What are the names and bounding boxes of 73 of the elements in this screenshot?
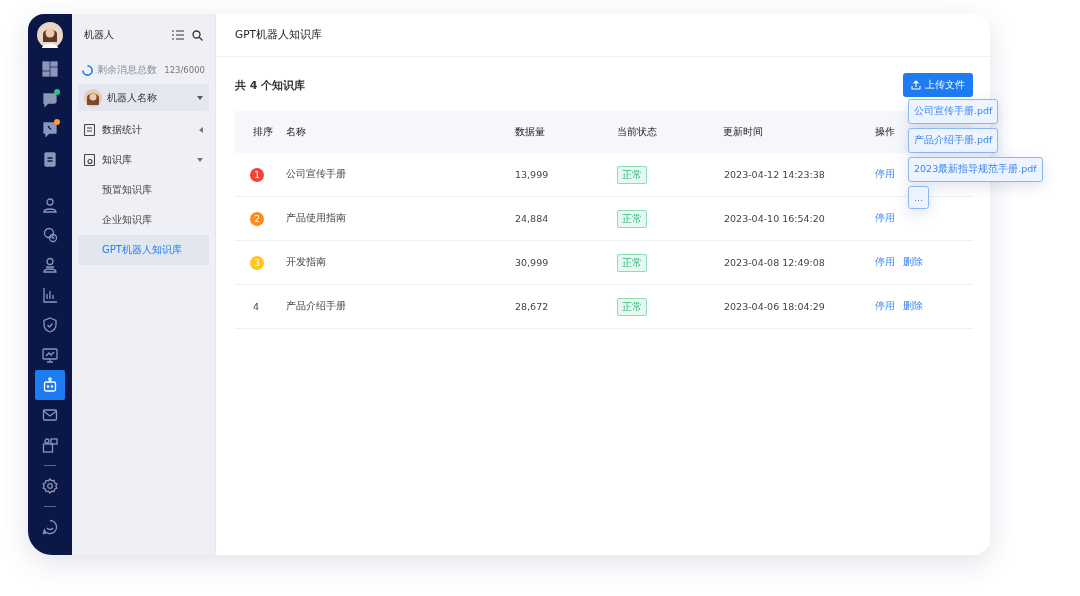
clipboard-icon [42,151,58,167]
submenu-item[interactable]: 预置知识库 [78,175,209,205]
column-header: 更新时间 [723,125,764,139]
avatar[interactable] [37,22,63,48]
column-header: 数据量 [515,125,546,139]
table-cell-text: 2023-04-08 12:49:08 [723,257,826,268]
status-tag: 正常 [617,209,647,228]
column-header: 名称 [286,125,307,139]
caret-icon [197,158,203,162]
avatar [84,88,102,107]
chat-icon [42,91,58,107]
table-cell-text: 28,672 [515,301,550,312]
quota-value: 123/6000 [164,65,205,75]
sidebar-title: 机器人 [84,28,114,42]
file-chip[interactable]: 公司宣传手册.pdf [908,99,999,124]
robot-select[interactable]: 机器人名称 [78,84,209,111]
quota-label: 剩余消息总数 [97,63,157,77]
column-header: 操作 [875,125,895,139]
search-icon[interactable] [192,29,203,41]
feedback-icon [42,519,58,535]
file-chip[interactable]: ... [908,186,930,209]
table-cell-text: 13,999 [515,169,550,180]
action-link[interactable]: 删除 [903,300,923,313]
table-cell-text: 产品介绍手册 [286,300,347,313]
status-tag: 正常 [617,253,647,272]
table-cell-text: 2023-04-10 16:54:20 [723,213,826,224]
shield-icon [42,317,58,333]
submenu-item[interactable]: 企业知识库 [78,205,209,235]
rank-badge: 3 [250,255,264,270]
status-tag: 正常 [617,297,647,316]
rank-badge: 2 [250,211,264,226]
action-link[interactable]: 停用 [875,212,895,225]
action-link[interactable]: 删除 [903,256,923,269]
mail-icon [42,407,58,423]
action-link[interactable]: 停用 [875,300,895,313]
robot-icon [42,377,58,393]
file-chip[interactable]: 产品介绍手册.pdf [908,128,999,153]
table-cell-text: 公司宣传手册 [286,168,347,181]
upload-icon [911,80,921,90]
table-cell-text: 2023-04-12 14:23:38 [723,169,826,180]
user-clock-icon [42,227,58,243]
user-icon [42,197,58,213]
menu-item[interactable]: 知识库 [78,145,209,175]
spinner-icon [82,64,93,76]
package-icon [42,437,58,453]
monitor-icon [42,347,58,363]
status-tag: 正常 [617,165,647,184]
table-cell-text: 开发指南 [286,256,327,269]
table-cell-text: 24,884 [515,213,550,224]
file-chip[interactable]: 2023最新指导规范手册.pdf [908,157,1043,182]
list-icon[interactable] [172,30,184,40]
column-header: 排序 [252,125,274,139]
table-cell-text: 2023-04-06 18:04:29 [723,301,826,312]
gear-icon [42,478,58,494]
knowledge-base-count: 共 4 个知识库 [235,77,306,93]
caret-icon [197,95,203,100]
page-title: GPT机器人知识库 [235,28,322,42]
action-link[interactable]: 停用 [875,168,895,181]
nav-button[interactable] [35,370,65,400]
rank-number: 4 [252,301,260,312]
chart-icon [42,287,58,303]
rank-badge: 1 [250,167,264,182]
report-icon [84,124,95,136]
column-header: 当前状态 [617,125,658,139]
dashboard-icon [42,61,58,77]
document-icon [84,154,95,166]
table-cell-text: 产品使用指南 [286,212,347,225]
table-cell-text: 30,999 [515,257,550,268]
caret-icon [199,127,203,133]
action-link[interactable]: 停用 [875,256,895,269]
submenu-item[interactable]: GPT机器人知识库 [78,235,209,265]
upload-button[interactable]: 上传文件 [903,73,973,97]
menu-item[interactable]: 数据统计 [78,115,209,145]
